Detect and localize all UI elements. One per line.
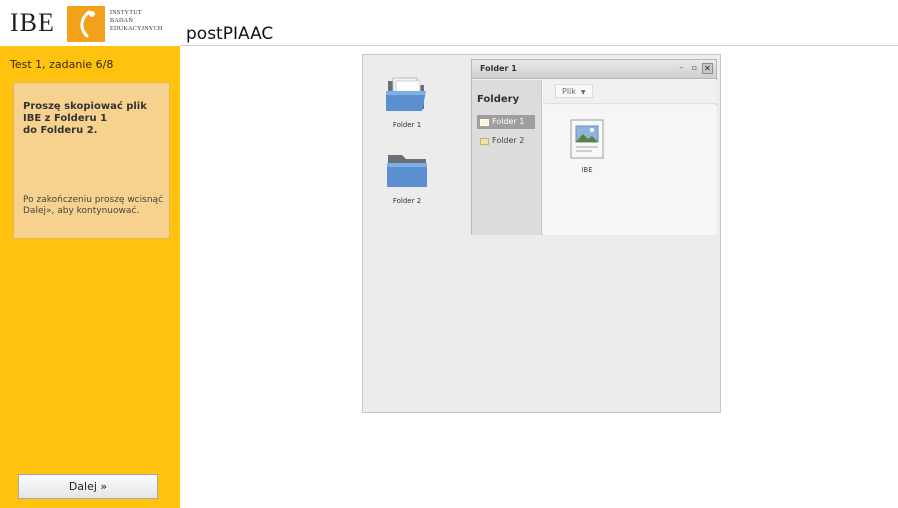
image-file-icon (570, 119, 604, 159)
desktop-icon-folder-2[interactable]: Folder 2 (377, 151, 437, 205)
instruction-main: Proszę skopiować plik IBE z Folderu 1 do… (23, 101, 147, 136)
restore-icon[interactable]: ▫ (689, 63, 700, 74)
next-button[interactable]: Dalej » (18, 474, 158, 499)
header-divider (180, 45, 898, 46)
close-icon[interactable]: ✕ (702, 63, 713, 74)
institute-line: BADAŃ (110, 17, 134, 24)
window-file-area: IBE (543, 105, 717, 235)
desktop-icon-label: Folder 2 (392, 197, 422, 205)
folder-window: Folder 1 – ▫ ✕ Foldery Folder 1 Folder 2… (471, 59, 717, 235)
app-title: postPIAAC (186, 24, 274, 44)
folder-list-item-folder-2[interactable]: Folder 2 (477, 134, 535, 148)
minimize-icon[interactable]: – (676, 63, 687, 74)
institute-name: INSTYTUT BADAŃ EDUKACYJNYCH (110, 9, 163, 33)
instruction-box: Proszę skopiować plik IBE z Folderu 1 do… (13, 82, 170, 239)
ibe-logo-icon (67, 6, 105, 42)
folder-icon (387, 155, 427, 187)
window-titlebar[interactable]: Folder 1 – ▫ ✕ (472, 60, 716, 79)
folder-icon (480, 118, 489, 126)
window-controls: – ▫ ✕ (676, 63, 713, 75)
institute-line: INSTYTUT (110, 9, 142, 16)
chevron-down-icon: ▼ (580, 89, 586, 96)
instruction-sub: Po zakończeniu proszę wcisnąć Dalej», ab… (23, 195, 163, 216)
folder-list-item-label: Folder 2 (492, 136, 525, 145)
folder-list-title: Foldery (477, 94, 520, 105)
window-folder-list: Foldery Folder 1 Folder 2 (472, 80, 542, 235)
instruction-panel: Test 1, zadanie 6/8 Proszę skopiować pli… (0, 46, 180, 508)
desktop-icon-folder-1[interactable]: Folder 1 (377, 75, 437, 129)
institute-line: EDUKACYJNYCH (110, 25, 163, 32)
file-menu-label: Plik (562, 87, 576, 96)
folder-icon (480, 137, 489, 145)
folder-open-icon (386, 77, 426, 111)
file-label: IBE (581, 166, 593, 174)
header: IBE INSTYTUT BADAŃ EDUKACYJNYCH postPIAA… (0, 0, 898, 46)
window-toolbar: Plik ▼ (543, 80, 717, 104)
desktop-icon-label: Folder 1 (392, 121, 422, 129)
folder-list-item-label: Folder 1 (492, 117, 525, 126)
file-ibe[interactable]: IBE (567, 119, 607, 174)
file-menu-button[interactable]: Plik ▼ (555, 84, 593, 98)
task-label: Test 1, zadanie 6/8 (10, 58, 114, 71)
desktop-area: Folder 1 Folder 2 Folder 1 – ▫ ✕ Foldery… (362, 54, 721, 413)
logo-text: IBE (10, 8, 55, 37)
window-title: Folder 1 (480, 64, 517, 73)
folder-list-item-folder-1[interactable]: Folder 1 (477, 115, 535, 129)
